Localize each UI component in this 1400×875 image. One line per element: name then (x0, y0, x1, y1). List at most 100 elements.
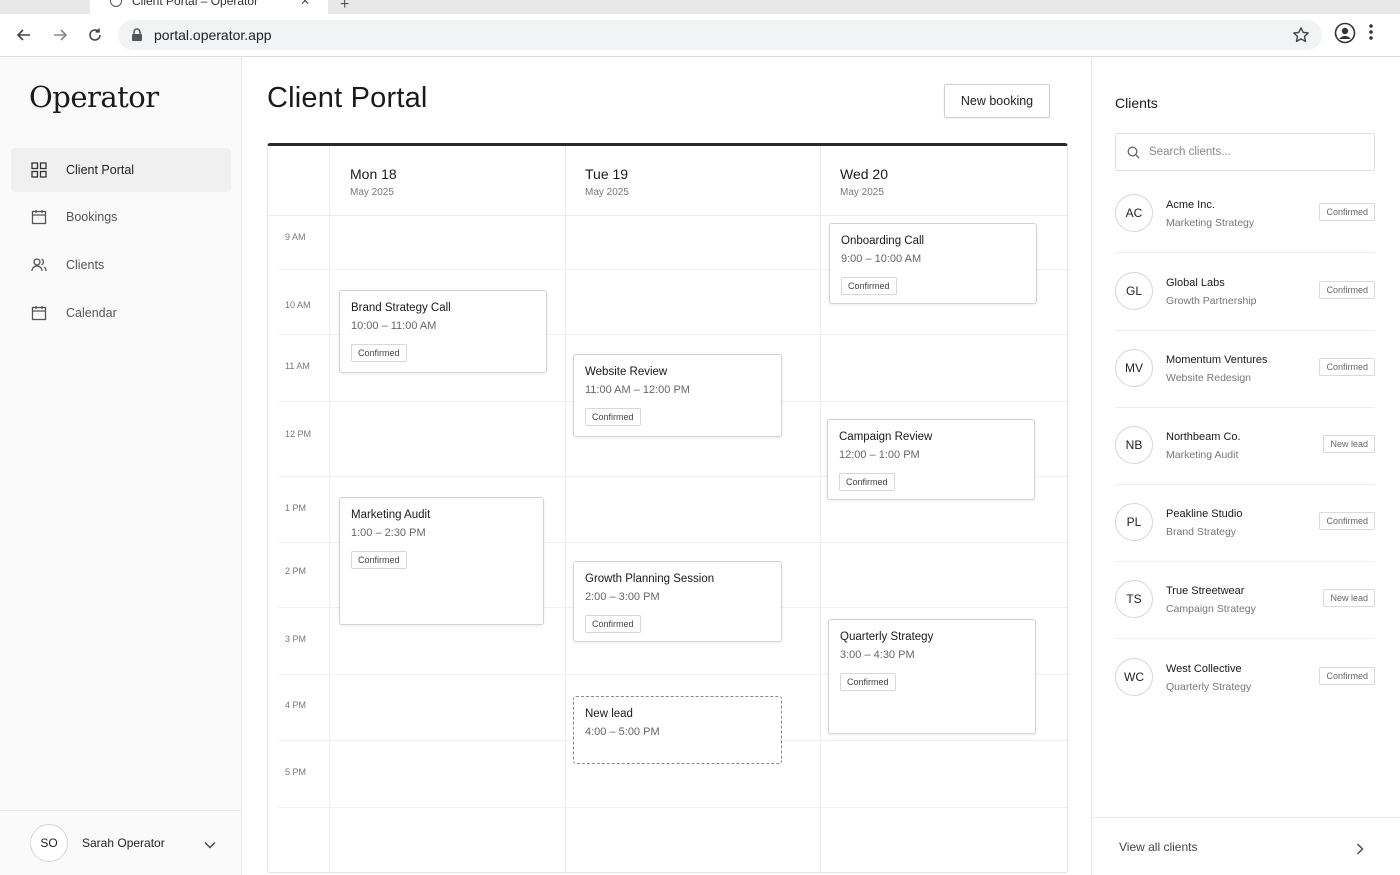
sidebar-item-client-portal[interactable]: Client Portal (11, 148, 231, 192)
event-time: 1:00 – 2:30 PM (351, 527, 426, 539)
avatar: WC (1115, 658, 1153, 696)
client-service: Marketing Audit (1166, 449, 1239, 461)
close-icon[interactable]: ✕ (300, 0, 310, 8)
status-badge: Confirmed (1319, 203, 1375, 221)
client-search[interactable] (1115, 133, 1375, 171)
browser-tabstrip: Client Portal – Operator ✕ + (0, 0, 1400, 14)
day-month: May 2025 (585, 187, 629, 198)
event-title: Growth Planning Session (585, 573, 715, 585)
column-divider (820, 146, 821, 872)
event-time: 2:00 – 3:00 PM (585, 591, 660, 603)
time-label: 3 PM (285, 634, 307, 644)
new-booking-button[interactable]: New booking (944, 84, 1050, 118)
event-card[interactable]: Quarterly Strategy 3:00 – 4:30 PM Confir… (828, 619, 1036, 734)
app-logo: Operator (29, 80, 159, 114)
sidebar-item-clients[interactable]: Clients (11, 243, 231, 287)
event-title: Website Review (585, 366, 668, 378)
status-badge: Confirmed (1319, 667, 1375, 685)
client-name: Northbeam Co. (1166, 431, 1241, 443)
status-badge: Confirmed (1319, 281, 1375, 299)
sidebar-item-label: Calendar (66, 306, 117, 320)
day-header-tue: Tue 19 May 2025 (585, 166, 629, 198)
browser-tab[interactable]: Client Portal – Operator ✕ (90, 0, 328, 14)
client-name: True Streetwear (1166, 585, 1245, 597)
client-name: West Collective (1166, 663, 1242, 675)
view-all-label: View all clients (1119, 839, 1198, 854)
event-time: 9:00 – 10:00 AM (841, 253, 922, 265)
client-service: Growth Partnership (1166, 295, 1257, 307)
client-service: Campaign Strategy (1166, 603, 1256, 615)
chevron-down-icon[interactable] (204, 836, 216, 854)
search-icon (1127, 145, 1141, 159)
day-header-mon: Mon 18 May 2025 (350, 166, 397, 198)
client-name: Acme Inc. (1166, 199, 1215, 211)
avatar: GL (1115, 272, 1153, 310)
event-time: 10:00 – 11:00 AM (351, 320, 437, 332)
event-title: Campaign Review (839, 431, 933, 443)
avatar: AC (1115, 194, 1153, 232)
sidebar-item-bookings[interactable]: Bookings (11, 195, 231, 239)
client-row[interactable]: AC Acme Inc. Marketing Strategy Confirme… (1115, 176, 1375, 253)
event-card[interactable]: Growth Planning Session 2:00 – 3:00 PM C… (573, 561, 782, 642)
client-row[interactable]: PL Peakline Studio Brand Strategy Confir… (1115, 485, 1375, 562)
event-time: 4:00 – 5:00 PM (585, 726, 660, 738)
back-arrow-icon[interactable] (11, 22, 37, 48)
search-input[interactable] (1149, 146, 1349, 158)
page-title: Client Portal (267, 82, 428, 114)
client-service: Marketing Strategy (1166, 217, 1255, 229)
day-month: May 2025 (350, 187, 394, 198)
event-title: Marketing Audit (351, 509, 431, 521)
client-row[interactable]: GL Global Labs Growth Partnership Confir… (1115, 254, 1375, 331)
kebab-menu-icon[interactable] (1368, 22, 1374, 47)
forward-arrow-icon[interactable] (47, 22, 73, 48)
new-tab-icon[interactable]: + (340, 0, 349, 14)
avatar: PL (1115, 503, 1153, 541)
event-card[interactable]: Campaign Review 12:00 – 1:00 PM Confirme… (827, 419, 1035, 500)
status-badge: Confirmed (585, 615, 641, 633)
time-label: 2 PM (285, 566, 307, 576)
address-bar[interactable]: portal.operator.app (118, 20, 1322, 50)
avatar: SO (30, 824, 68, 862)
sidebar-item-calendar[interactable]: Calendar (11, 291, 231, 335)
event-card[interactable]: Marketing Audit 1:00 – 2:30 PM Confirmed (339, 497, 544, 625)
time-label: 11 AM (285, 361, 310, 371)
time-label: 9 AM (285, 232, 306, 242)
header-divider (268, 215, 1067, 216)
globe-icon (110, 0, 122, 7)
client-row[interactable]: WC West Collective Quarterly Strategy Co… (1115, 640, 1375, 717)
time-label: 5 PM (285, 767, 307, 777)
lock-icon (130, 27, 144, 43)
star-icon[interactable] (1292, 26, 1310, 49)
day-month: May 2025 (840, 187, 884, 198)
client-name: Peakline Studio (1166, 508, 1243, 520)
client-name: Momentum Ventures (1166, 354, 1268, 366)
sidebar-item-label: Client Portal (66, 163, 135, 177)
client-row[interactable]: TS True Streetwear Campaign Strategy New… (1115, 562, 1375, 639)
event-card[interactable]: Brand Strategy Call 10:00 – 11:00 AM Con… (339, 290, 547, 373)
time-label: 10 AM (285, 300, 311, 310)
reload-icon[interactable] (82, 22, 108, 48)
view-all-clients-link[interactable]: View all clients (1092, 817, 1400, 875)
day-name: Tue 19 (585, 166, 629, 182)
new-lead-slot[interactable]: New lead 4:00 – 5:00 PM (573, 696, 782, 764)
status-badge: New lead (1323, 435, 1375, 453)
user-menu[interactable]: SO Sarah Operator (0, 810, 241, 875)
grid-icon (30, 161, 48, 179)
sidebar-item-label: Clients (66, 258, 105, 272)
day-header-wed: Wed 20 May 2025 (840, 166, 888, 198)
client-row[interactable]: MV Momentum Ventures Website Redesign Co… (1115, 331, 1375, 408)
event-card[interactable]: Website Review 11:00 AM – 12:00 PM Confi… (573, 354, 782, 437)
status-badge: Confirmed (585, 408, 641, 426)
event-time: 12:00 – 1:00 PM (839, 449, 920, 461)
client-service: Website Redesign (1166, 372, 1252, 384)
event-card[interactable]: Onboarding Call 9:00 – 10:00 AM Confirme… (829, 223, 1037, 304)
status-badge: Confirmed (841, 277, 897, 295)
client-row[interactable]: NB Northbeam Co. Marketing Audit New lea… (1115, 408, 1375, 485)
users-icon (30, 256, 48, 274)
browser-tab-title: Client Portal – Operator (132, 0, 259, 8)
event-title: Quarterly Strategy (840, 631, 934, 643)
status-badge: Confirmed (839, 473, 895, 491)
clients-panel-title: Clients (1115, 95, 1158, 111)
profile-icon[interactable] (1334, 22, 1356, 49)
status-badge: Confirmed (351, 344, 407, 362)
